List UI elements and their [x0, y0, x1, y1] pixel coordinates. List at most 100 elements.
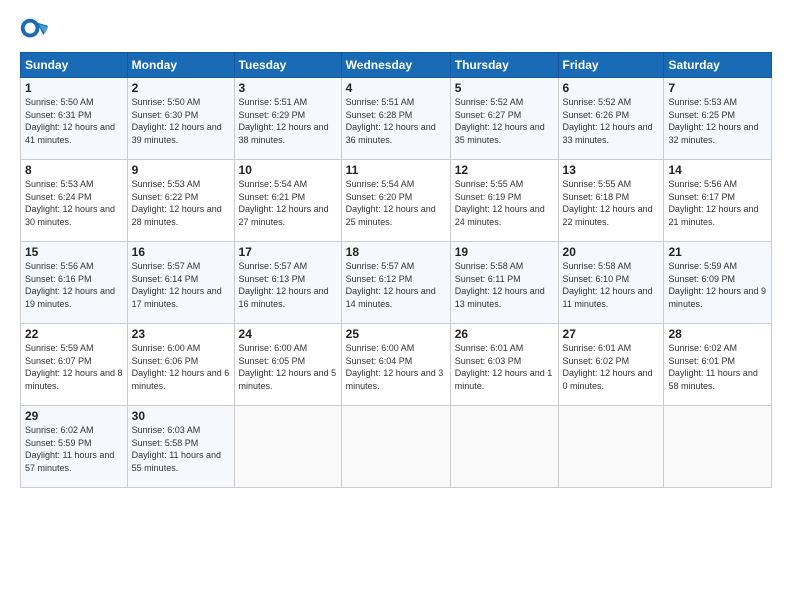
day-info: Sunrise: 5:58 AMSunset: 6:10 PMDaylight:… — [563, 261, 653, 309]
day-number: 12 — [455, 163, 554, 177]
day-info: Sunrise: 5:54 AMSunset: 6:21 PMDaylight:… — [239, 179, 329, 227]
day-number: 30 — [132, 409, 230, 423]
day-number: 16 — [132, 245, 230, 259]
day-number: 3 — [239, 81, 337, 95]
column-header-thursday: Thursday — [450, 53, 558, 78]
day-info: Sunrise: 5:57 AMSunset: 6:12 PMDaylight:… — [346, 261, 436, 309]
calendar-week-1: 1 Sunrise: 5:50 AMSunset: 6:31 PMDayligh… — [21, 78, 772, 160]
day-info: Sunrise: 5:59 AMSunset: 6:07 PMDaylight:… — [25, 343, 123, 391]
calendar-cell: 27 Sunrise: 6:01 AMSunset: 6:02 PMDaylig… — [558, 324, 664, 406]
day-info: Sunrise: 5:53 AMSunset: 6:22 PMDaylight:… — [132, 179, 222, 227]
day-info: Sunrise: 5:51 AMSunset: 6:29 PMDaylight:… — [239, 97, 329, 145]
day-number: 20 — [563, 245, 660, 259]
calendar-cell: 26 Sunrise: 6:01 AMSunset: 6:03 PMDaylig… — [450, 324, 558, 406]
day-number: 15 — [25, 245, 123, 259]
calendar-cell: 16 Sunrise: 5:57 AMSunset: 6:14 PMDaylig… — [127, 242, 234, 324]
day-number: 28 — [668, 327, 767, 341]
day-number: 10 — [239, 163, 337, 177]
column-header-sunday: Sunday — [21, 53, 128, 78]
day-number: 26 — [455, 327, 554, 341]
calendar-cell: 9 Sunrise: 5:53 AMSunset: 6:22 PMDayligh… — [127, 160, 234, 242]
calendar-week-5: 29 Sunrise: 6:02 AMSunset: 5:59 PMDaylig… — [21, 406, 772, 488]
day-info: Sunrise: 5:55 AMSunset: 6:19 PMDaylight:… — [455, 179, 545, 227]
day-info: Sunrise: 6:02 AMSunset: 5:59 PMDaylight:… — [25, 425, 114, 473]
day-info: Sunrise: 5:57 AMSunset: 6:13 PMDaylight:… — [239, 261, 329, 309]
day-info: Sunrise: 5:56 AMSunset: 6:17 PMDaylight:… — [668, 179, 758, 227]
calendar-week-2: 8 Sunrise: 5:53 AMSunset: 6:24 PMDayligh… — [21, 160, 772, 242]
day-number: 25 — [346, 327, 446, 341]
day-info: Sunrise: 6:01 AMSunset: 6:02 PMDaylight:… — [563, 343, 653, 391]
calendar-cell — [450, 406, 558, 488]
day-number: 22 — [25, 327, 123, 341]
calendar-cell: 30 Sunrise: 6:03 AMSunset: 5:58 PMDaylig… — [127, 406, 234, 488]
day-info: Sunrise: 5:50 AMSunset: 6:31 PMDaylight:… — [25, 97, 115, 145]
calendar-cell: 3 Sunrise: 5:51 AMSunset: 6:29 PMDayligh… — [234, 78, 341, 160]
day-number: 18 — [346, 245, 446, 259]
logo — [20, 18, 52, 46]
calendar-cell: 24 Sunrise: 6:00 AMSunset: 6:05 PMDaylig… — [234, 324, 341, 406]
calendar-cell — [664, 406, 772, 488]
column-header-tuesday: Tuesday — [234, 53, 341, 78]
calendar-cell: 10 Sunrise: 5:54 AMSunset: 6:21 PMDaylig… — [234, 160, 341, 242]
calendar-cell: 21 Sunrise: 5:59 AMSunset: 6:09 PMDaylig… — [664, 242, 772, 324]
calendar-week-4: 22 Sunrise: 5:59 AMSunset: 6:07 PMDaylig… — [21, 324, 772, 406]
calendar-cell: 14 Sunrise: 5:56 AMSunset: 6:17 PMDaylig… — [664, 160, 772, 242]
day-number: 7 — [668, 81, 767, 95]
page: SundayMondayTuesdayWednesdayThursdayFrid… — [0, 0, 792, 612]
calendar-cell — [558, 406, 664, 488]
day-info: Sunrise: 6:00 AMSunset: 6:04 PMDaylight:… — [346, 343, 444, 391]
calendar-week-3: 15 Sunrise: 5:56 AMSunset: 6:16 PMDaylig… — [21, 242, 772, 324]
column-header-friday: Friday — [558, 53, 664, 78]
calendar-cell: 19 Sunrise: 5:58 AMSunset: 6:11 PMDaylig… — [450, 242, 558, 324]
day-info: Sunrise: 5:59 AMSunset: 6:09 PMDaylight:… — [668, 261, 766, 309]
day-number: 5 — [455, 81, 554, 95]
day-number: 24 — [239, 327, 337, 341]
day-info: Sunrise: 5:52 AMSunset: 6:27 PMDaylight:… — [455, 97, 545, 145]
day-info: Sunrise: 6:01 AMSunset: 6:03 PMDaylight:… — [455, 343, 553, 391]
calendar-cell: 23 Sunrise: 6:00 AMSunset: 6:06 PMDaylig… — [127, 324, 234, 406]
day-info: Sunrise: 6:03 AMSunset: 5:58 PMDaylight:… — [132, 425, 221, 473]
day-info: Sunrise: 6:02 AMSunset: 6:01 PMDaylight:… — [668, 343, 757, 391]
day-info: Sunrise: 5:53 AMSunset: 6:24 PMDaylight:… — [25, 179, 115, 227]
day-info: Sunrise: 5:50 AMSunset: 6:30 PMDaylight:… — [132, 97, 222, 145]
day-number: 4 — [346, 81, 446, 95]
day-info: Sunrise: 6:00 AMSunset: 6:06 PMDaylight:… — [132, 343, 230, 391]
day-info: Sunrise: 5:51 AMSunset: 6:28 PMDaylight:… — [346, 97, 436, 145]
column-header-wednesday: Wednesday — [341, 53, 450, 78]
calendar-cell: 22 Sunrise: 5:59 AMSunset: 6:07 PMDaylig… — [21, 324, 128, 406]
day-info: Sunrise: 5:52 AMSunset: 6:26 PMDaylight:… — [563, 97, 653, 145]
day-number: 29 — [25, 409, 123, 423]
day-number: 6 — [563, 81, 660, 95]
calendar-cell: 8 Sunrise: 5:53 AMSunset: 6:24 PMDayligh… — [21, 160, 128, 242]
calendar-cell: 7 Sunrise: 5:53 AMSunset: 6:25 PMDayligh… — [664, 78, 772, 160]
calendar-cell: 13 Sunrise: 5:55 AMSunset: 6:18 PMDaylig… — [558, 160, 664, 242]
day-number: 27 — [563, 327, 660, 341]
calendar: SundayMondayTuesdayWednesdayThursdayFrid… — [20, 52, 772, 488]
day-number: 1 — [25, 81, 123, 95]
day-number: 8 — [25, 163, 123, 177]
calendar-header-row: SundayMondayTuesdayWednesdayThursdayFrid… — [21, 53, 772, 78]
day-info: Sunrise: 5:53 AMSunset: 6:25 PMDaylight:… — [668, 97, 758, 145]
calendar-cell: 2 Sunrise: 5:50 AMSunset: 6:30 PMDayligh… — [127, 78, 234, 160]
calendar-cell: 4 Sunrise: 5:51 AMSunset: 6:28 PMDayligh… — [341, 78, 450, 160]
day-info: Sunrise: 5:56 AMSunset: 6:16 PMDaylight:… — [25, 261, 115, 309]
day-number: 19 — [455, 245, 554, 259]
calendar-cell: 15 Sunrise: 5:56 AMSunset: 6:16 PMDaylig… — [21, 242, 128, 324]
calendar-cell: 18 Sunrise: 5:57 AMSunset: 6:12 PMDaylig… — [341, 242, 450, 324]
day-number: 14 — [668, 163, 767, 177]
calendar-cell: 12 Sunrise: 5:55 AMSunset: 6:19 PMDaylig… — [450, 160, 558, 242]
header — [20, 18, 772, 46]
calendar-cell: 25 Sunrise: 6:00 AMSunset: 6:04 PMDaylig… — [341, 324, 450, 406]
column-header-saturday: Saturday — [664, 53, 772, 78]
calendar-cell: 11 Sunrise: 5:54 AMSunset: 6:20 PMDaylig… — [341, 160, 450, 242]
day-info: Sunrise: 6:00 AMSunset: 6:05 PMDaylight:… — [239, 343, 337, 391]
calendar-cell: 20 Sunrise: 5:58 AMSunset: 6:10 PMDaylig… — [558, 242, 664, 324]
calendar-cell: 29 Sunrise: 6:02 AMSunset: 5:59 PMDaylig… — [21, 406, 128, 488]
day-number: 11 — [346, 163, 446, 177]
day-info: Sunrise: 5:58 AMSunset: 6:11 PMDaylight:… — [455, 261, 545, 309]
calendar-cell: 28 Sunrise: 6:02 AMSunset: 6:01 PMDaylig… — [664, 324, 772, 406]
calendar-cell: 17 Sunrise: 5:57 AMSunset: 6:13 PMDaylig… — [234, 242, 341, 324]
day-number: 21 — [668, 245, 767, 259]
day-number: 17 — [239, 245, 337, 259]
logo-icon — [20, 18, 48, 46]
